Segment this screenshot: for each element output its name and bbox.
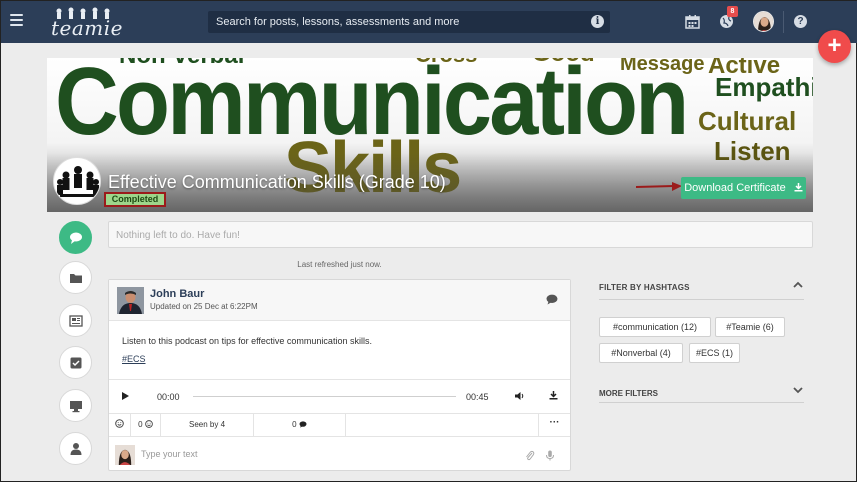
info-icon[interactable]: i (591, 15, 604, 28)
todo-bar: Nothing left to do. Have fun! (108, 221, 813, 248)
post-card: John Baur Updated on 25 Dec at 6:22PM Li… (108, 279, 571, 471)
help-icon[interactable]: ? (794, 15, 807, 28)
chevron-up-icon[interactable] (793, 281, 803, 288)
paperclip-icon[interactable] (525, 450, 535, 461)
comment-input[interactable]: Type your text (141, 449, 198, 459)
post-author[interactable]: John Baur (150, 288, 204, 300)
status-badge: Completed (104, 192, 166, 207)
commenter-avatar (115, 445, 135, 465)
search-bar[interactable]: Search for posts, lessons, assessments a… (208, 11, 610, 33)
commenter-avatar-image (115, 445, 135, 465)
more-filters-divider (599, 402, 804, 403)
smiley-icon (115, 419, 124, 428)
comment-icon (299, 421, 307, 428)
create-fab-button[interactable]: + (818, 30, 851, 63)
sidebar-item-lessons[interactable] (59, 304, 92, 337)
comment-icon[interactable] (546, 294, 558, 305)
play-icon[interactable] (122, 392, 129, 400)
smiley-icon (145, 420, 153, 428)
hashtag-filter-chip[interactable]: #Nonverbal (4) (599, 343, 683, 363)
audio-player: 00:00 00:45 (109, 379, 570, 413)
top-navbar: teamie Search for posts, lessons, assess… (1, 1, 857, 43)
calendar-icon[interactable] (685, 14, 700, 29)
sidebar-item-posts[interactable] (59, 221, 92, 254)
hashtag-filter-chip[interactable]: #communication (12) (599, 317, 711, 337)
hashtag-filter-chip[interactable]: #Teamie (6) (715, 317, 785, 337)
post-stats-bar: 0 Seen by 4 0 ··· (109, 413, 570, 437)
download-certificate-label: Download Certificate (684, 182, 786, 194)
audio-current-time: 00:00 (157, 392, 180, 402)
download-icon[interactable] (549, 391, 558, 400)
download-certificate-button[interactable]: Download Certificate (681, 177, 806, 199)
banner-word: Empathic (715, 72, 813, 102)
filter-hashtags-title: FILTER BY HASHTAGS (599, 283, 690, 292)
chevron-down-icon[interactable] (793, 387, 803, 394)
user-icon (70, 443, 82, 455)
react-button[interactable] (109, 414, 131, 436)
notification-badge: 8 (727, 6, 738, 17)
hashtag-filter-chip[interactable]: #ECS (1) (689, 343, 740, 363)
todo-text: Nothing left to do. Have fun! (116, 230, 240, 241)
course-logo (53, 157, 101, 205)
monitor-icon (70, 401, 82, 413)
checkbox-icon (70, 357, 82, 369)
newspaper-icon (69, 315, 83, 327)
volume-icon[interactable] (515, 391, 525, 401)
post-hashtag-link[interactable]: #ECS (122, 354, 146, 364)
course-title: Effective Communication Skills (Grade 10… (108, 172, 446, 192)
reaction-count[interactable]: 0 (131, 414, 161, 436)
sidebar-item-classroom[interactable] (59, 389, 92, 422)
last-refreshed-text: Last refreshed just now. (297, 260, 382, 269)
post-header: John Baur Updated on 25 Dec at 6:22PM (109, 280, 570, 321)
post-body: Listen to this podcast on tips for effec… (122, 336, 372, 346)
filter-divider (599, 299, 804, 300)
download-icon (794, 183, 803, 192)
author-avatar[interactable] (117, 287, 144, 314)
audio-duration: 00:45 (466, 392, 489, 402)
seen-by[interactable]: Seen by 4 (161, 414, 254, 436)
comment-count[interactable]: 0 (254, 414, 346, 436)
more-options-button[interactable]: ··· (538, 414, 570, 436)
author-avatar-image (117, 287, 144, 314)
microphone-icon[interactable] (545, 450, 555, 461)
banner-word: Cultural (698, 106, 797, 136)
comment-count-value: 0 (292, 420, 297, 429)
user-avatar[interactable] (753, 11, 774, 32)
folder-icon (70, 274, 82, 283)
sidebar-item-assessments[interactable] (59, 346, 92, 379)
annotation-arrow-icon (636, 182, 682, 191)
sidebar-item-members[interactable] (59, 432, 92, 465)
nav-divider (783, 11, 784, 33)
post-updated: Updated on 25 Dec at 6:22PM (150, 302, 258, 311)
logo-text: teamie (51, 16, 123, 40)
people-group-icon (57, 166, 99, 197)
more-filters-title[interactable]: MORE FILTERS (599, 389, 658, 398)
menu-icon[interactable] (10, 14, 23, 26)
course-banner: Non-verbal Cross Good Message Active Com… (47, 58, 813, 212)
reaction-count-value: 0 (138, 420, 143, 429)
speech-bubble-icon (70, 232, 82, 244)
search-input[interactable]: Search for posts, lessons, assessments a… (216, 16, 459, 28)
user-avatar-image (754, 12, 773, 31)
comment-composer: Type your text (109, 437, 570, 470)
teamie-logo[interactable]: teamie (49, 7, 123, 40)
composer-icons (525, 448, 555, 466)
audio-progress-track[interactable] (193, 396, 456, 397)
sidebar-item-folder[interactable] (59, 261, 92, 294)
